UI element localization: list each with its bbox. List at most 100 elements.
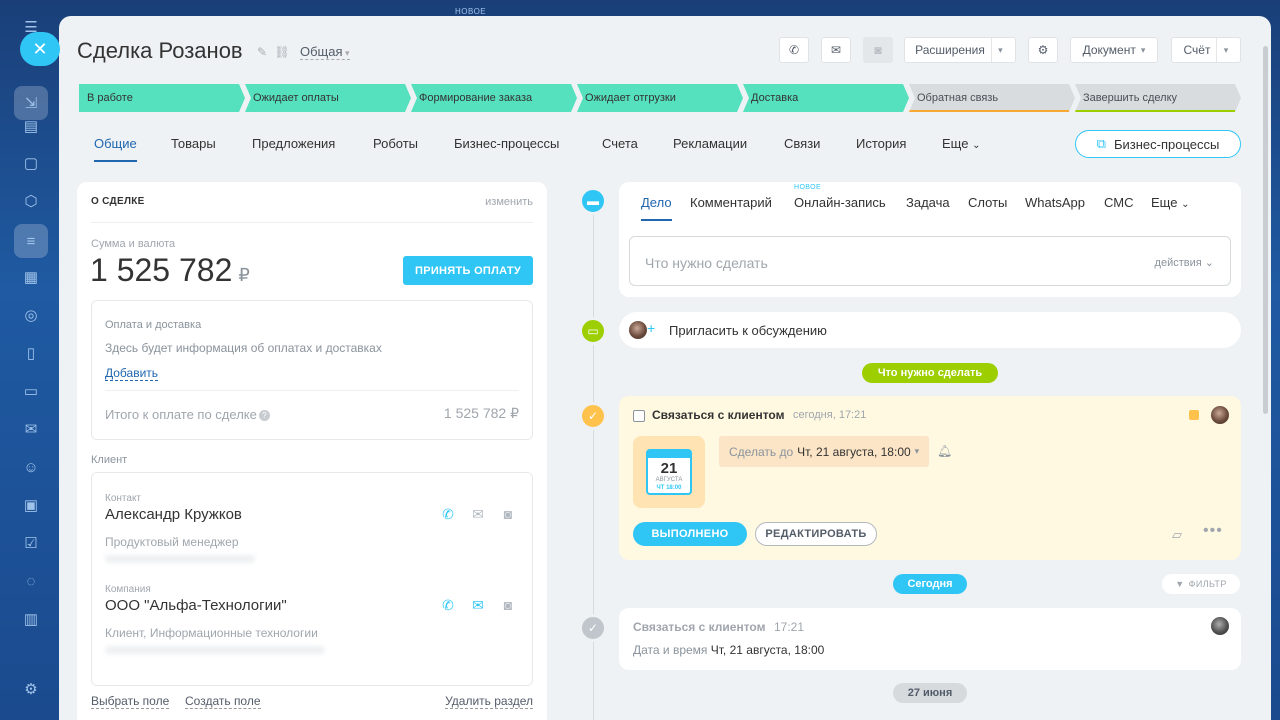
color-tag[interactable] xyxy=(1189,410,1199,420)
tab-claims[interactable]: Рекламации xyxy=(673,136,747,151)
envelope-icon[interactable]: ✉ xyxy=(469,596,487,614)
category-select[interactable]: Общая xyxy=(300,44,350,60)
phone-icon[interactable]: ✆ xyxy=(439,505,457,523)
schedule-icon[interactable]: ▥ xyxy=(20,608,42,630)
phone-icon[interactable]: ✆ xyxy=(439,596,457,614)
edit-link[interactable]: изменить xyxy=(485,196,533,208)
hexagon-icon[interactable]: ⬡ xyxy=(20,190,42,212)
editor-tab-deal[interactable]: Дело xyxy=(641,195,672,221)
currency: ₽ xyxy=(238,265,250,285)
email-button[interactable]: ✉ xyxy=(821,37,851,63)
envelope-icon[interactable]: ✉ xyxy=(469,505,487,523)
chat-dot-icon: ▭ xyxy=(579,317,607,345)
messenger-button[interactable]: ◙ xyxy=(863,37,893,63)
contact-name[interactable]: Александр Кружков xyxy=(105,506,242,523)
calendar-icon: 21 АВГУСТА ЧТ 18:00 xyxy=(633,436,705,508)
calendar-month: АВГУСТА xyxy=(655,477,683,483)
todo-input[interactable]: Что нужно сделать действия ⌄ xyxy=(629,236,1231,286)
history-title[interactable]: Связаться с клиентом xyxy=(633,620,765,634)
envelope-icon: ✉ xyxy=(830,43,842,57)
call-button[interactable]: ✆ xyxy=(779,37,809,63)
board-icon[interactable]: ▣ xyxy=(20,494,42,516)
chat-icon[interactable]: ▢ xyxy=(20,152,42,174)
editor-tab-comment[interactable]: Комментарий xyxy=(690,195,772,210)
users-icon[interactable]: ☺ xyxy=(20,456,42,478)
funnel-icon[interactable]: ≡ xyxy=(14,224,48,258)
tab-links[interactable]: Связи xyxy=(784,136,820,151)
filter-button[interactable]: ▼ ФИЛЬТР xyxy=(1162,574,1240,594)
chevron-down-icon: ⌄ xyxy=(1204,257,1214,269)
actions-dropdown[interactable]: действия ⌄ xyxy=(1155,256,1214,269)
edit-pencil-icon[interactable]: ✎ xyxy=(257,45,267,59)
add-payment-link[interactable]: Добавить xyxy=(105,366,159,381)
invite-label: Пригласить к обсуждению xyxy=(669,323,827,338)
stage-awaiting-shipment[interactable]: Ожидает отгрузки xyxy=(577,84,743,112)
calendar-day: 21 xyxy=(660,460,678,477)
company-name[interactable]: ООО "Альфа-Технологии" xyxy=(105,597,287,614)
stage-in-progress[interactable]: В работе xyxy=(79,84,245,112)
chat-bubble-icon[interactable]: ◙ xyxy=(499,596,517,614)
editor-tab-sms[interactable]: СМС xyxy=(1104,195,1133,210)
tab-business-processes[interactable]: Бизнес-процессы xyxy=(454,136,559,151)
tasks-icon[interactable]: ▤ xyxy=(20,115,42,137)
task-checkbox[interactable] xyxy=(633,410,645,422)
task-title[interactable]: Связаться с клиентом xyxy=(652,408,784,422)
editor-tab-slots[interactable]: Слоты xyxy=(968,195,1007,210)
invoice-button[interactable]: Счёт ▾ xyxy=(1171,37,1241,63)
edit-task-button[interactable]: РЕДАКТИРОВАТЬ xyxy=(755,522,877,546)
chevron-down-icon: ▾ xyxy=(990,38,1009,62)
calendar-icon[interactable]: ▦ xyxy=(20,266,42,288)
task-time: сегодня, 17:21 xyxy=(793,409,867,421)
stage-finish-deal[interactable]: Завершить сделку xyxy=(1075,84,1241,112)
settings-button[interactable]: ⚙ xyxy=(1028,37,1058,63)
stage-awaiting-payment[interactable]: Ожидает оплаты xyxy=(245,84,411,112)
total-value: 1 525 782 ₽ xyxy=(443,405,519,421)
chevron-down-icon: ▾ xyxy=(1140,44,1146,55)
tab-more[interactable]: Еще ⌄ xyxy=(942,136,980,151)
tab-invoices[interactable]: Счета xyxy=(602,136,638,151)
tab-history[interactable]: История xyxy=(856,136,906,151)
document-button[interactable]: Документ ▾ xyxy=(1070,37,1158,63)
accept-payment-button[interactable]: ПРИНЯТЬ ОПЛАТУ xyxy=(403,256,533,285)
business-processes-button[interactable]: ⧉ Бизнес-процессы xyxy=(1075,130,1241,158)
link-icon[interactable]: ⛓ xyxy=(274,45,289,59)
hub-icon[interactable]: ◌ xyxy=(20,570,42,592)
activity-editor: Дело Комментарий НОВОЕ Онлайн-запись Зада… xyxy=(619,182,1241,297)
close-slider-button[interactable]: ✕ xyxy=(20,32,60,66)
scrollbar[interactable] xyxy=(1263,46,1268,414)
stage-order-forming[interactable]: Формирование заказа xyxy=(411,84,577,112)
help-icon[interactable]: ? xyxy=(258,410,270,422)
company-label: Компания xyxy=(105,584,151,595)
complete-button[interactable]: ВЫПОЛНЕНО xyxy=(633,522,747,546)
tab-general[interactable]: Общие xyxy=(94,136,137,162)
tab-robots[interactable]: Роботы xyxy=(373,136,418,151)
card-icon[interactable]: ▭ xyxy=(20,380,42,402)
choose-field-link[interactable]: Выбрать поле xyxy=(91,694,170,709)
create-field-link[interactable]: Создать поле xyxy=(185,694,261,709)
avatar xyxy=(1211,617,1229,635)
editor-tab-whatsapp[interactable]: WhatsApp xyxy=(1025,195,1085,210)
checkbox-icon[interactable]: ☑ xyxy=(20,532,42,554)
robot-icon[interactable]: ◎ xyxy=(20,304,42,326)
history-item: Связаться с клиентом 17:21 Дата и время … xyxy=(619,608,1241,670)
note-icon[interactable]: ▱ xyxy=(1172,527,1182,543)
timeline-line xyxy=(593,206,594,720)
mail-icon[interactable]: ✉ xyxy=(20,418,42,440)
invite-row[interactable]: + Пригласить к обсуждению xyxy=(619,312,1241,348)
editor-tab-online-booking[interactable]: НОВОЕ Онлайн-запись xyxy=(794,184,886,210)
more-icon[interactable]: ••• xyxy=(1203,522,1223,540)
extensions-button[interactable]: Расширения ▾ xyxy=(904,37,1016,63)
tab-products[interactable]: Товары xyxy=(171,136,216,151)
tab-quotes[interactable]: Предложения xyxy=(252,136,335,151)
document-icon[interactable]: ▯ xyxy=(20,342,42,364)
deadline-selector[interactable]: Сделать до Чт, 21 августа, 18:00 ▾ xyxy=(719,436,929,467)
settings-icon[interactable]: ⚙ xyxy=(20,678,42,700)
stage-feedback[interactable]: Обратная связь xyxy=(909,84,1075,112)
bell-icon[interactable]: 🔔︎ xyxy=(937,444,952,458)
stage-delivery[interactable]: Доставка xyxy=(743,84,909,112)
sum-label: Сумма и валюта xyxy=(91,238,176,250)
editor-tab-more[interactable]: Еще ⌄ xyxy=(1151,195,1189,210)
editor-tab-task[interactable]: Задача xyxy=(906,195,950,210)
delete-section-link[interactable]: Удалить раздел xyxy=(445,694,533,709)
chat-bubble-icon[interactable]: ◙ xyxy=(499,505,517,523)
